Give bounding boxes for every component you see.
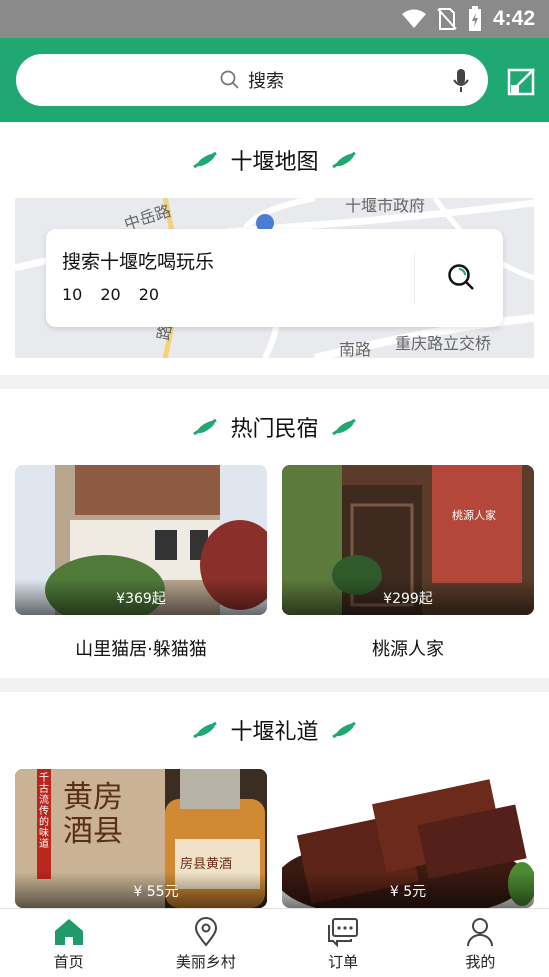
homestay-section: 热门民宿 ¥369起 山里猫居·躲猫猫 桃源人家 ¥299起 桃源人家: [0, 389, 549, 678]
homestay-section-title: 热门民宿: [230, 417, 319, 442]
section-title-gift: 十堰礼道: [0, 714, 549, 746]
map-view[interactable]: 中岳路 十堰市政府 重庆路立交桥 南路 路 搜索十堰吃喝玩乐 10 20 20: [15, 198, 534, 358]
tab-home[interactable]: 首页: [0, 909, 137, 977]
no-sim-icon: [437, 8, 457, 30]
map-section: 十堰地图 中岳路 十堰市政府 重庆路立交桥 南路 路 搜索十堰吃喝玩乐 10 2…: [0, 122, 549, 375]
map-label-interchange: 重庆路立交桥: [395, 334, 492, 353]
tab-label-orders: 订单: [328, 953, 359, 971]
gift-card[interactable]: ¥ 5元: [282, 769, 534, 908]
map-card-number: 10: [62, 285, 83, 304]
location-pin-icon: [194, 917, 217, 947]
tab-label-home: 首页: [53, 953, 84, 971]
section-title-homestay: 热门民宿: [0, 411, 549, 443]
map-label-south-road: 南路: [339, 340, 372, 358]
homestay-name[interactable]: 山里猫居·躲猫猫: [15, 635, 267, 661]
top-bar: 搜索: [0, 38, 549, 122]
map-card-title: 搜索十堰吃喝玩乐: [62, 251, 215, 273]
gift-price: ¥ 55元: [15, 872, 267, 908]
divider: [414, 253, 415, 303]
leaf-icon: [193, 721, 218, 739]
map-card-number: 20: [138, 285, 160, 304]
tab-label-village: 美丽乡村: [175, 953, 236, 971]
map-section-title: 十堰地图: [230, 150, 319, 175]
gift-card[interactable]: 黄房 酒县 千古流传的味道 房县黄酒 ¥ 55元: [15, 769, 267, 908]
home-icon: [54, 919, 83, 945]
homestay-card[interactable]: 桃源人家 ¥299起: [282, 465, 534, 615]
gift-bottle-text: 房县黄酒: [180, 857, 233, 872]
microphone-icon[interactable]: [452, 68, 470, 94]
status-bar: 4:42: [0, 0, 549, 38]
map-card-numbers: 10 20 20: [62, 285, 159, 304]
gift-slogan: 千古流传的味道: [39, 773, 49, 850]
search-bar[interactable]: 搜索: [16, 54, 488, 106]
status-time: 4:42: [492, 7, 535, 30]
homestay-price: ¥369起: [15, 579, 267, 615]
battery-charging-icon: [468, 6, 481, 31]
tab-orders[interactable]: 订单: [275, 909, 412, 977]
homestay-card[interactable]: ¥369起: [15, 465, 267, 615]
signboard-text: 桃源人家: [452, 509, 496, 522]
tab-label-mine: 我的: [465, 953, 496, 971]
gift-section: 十堰礼道 黄房 酒县 千古流传的味道 房县黄酒 ¥ 55元 ¥ 5元: [0, 692, 549, 908]
leaf-icon: [193, 151, 218, 169]
wifi-icon: [401, 9, 426, 28]
edit-icon[interactable]: [507, 66, 537, 96]
search-placeholder: 搜索: [248, 71, 284, 92]
leaf-icon: [331, 721, 356, 739]
homestay-signboard: 桃源人家: [452, 507, 496, 523]
homestay-name[interactable]: 桃源人家: [282, 635, 534, 661]
gift-section-title: 十堰礼道: [230, 720, 319, 745]
user-icon: [467, 918, 494, 947]
tab-beautiful-village[interactable]: 美丽乡村: [137, 909, 274, 977]
gift-poster-text: 黄房 酒县: [63, 780, 123, 849]
map-card-number: 20: [100, 285, 121, 304]
bottom-tab-bar: 首页 美丽乡村 订单 我的: [0, 908, 549, 977]
search-icon: [220, 70, 239, 89]
map-label-gov: 十堰市政府: [345, 198, 426, 215]
chat-order-icon: [328, 918, 359, 947]
map-search-icon[interactable]: [447, 263, 475, 291]
tab-mine[interactable]: 我的: [412, 909, 549, 977]
map-search-card[interactable]: 搜索十堰吃喝玩乐 10 20 20: [46, 229, 503, 327]
section-title-map: 十堰地图: [0, 144, 549, 176]
gift-price: ¥ 5元: [282, 872, 534, 908]
leaf-icon: [193, 418, 218, 436]
leaf-icon: [331, 151, 356, 169]
leaf-icon: [331, 418, 356, 436]
homestay-price: ¥299起: [282, 579, 534, 615]
